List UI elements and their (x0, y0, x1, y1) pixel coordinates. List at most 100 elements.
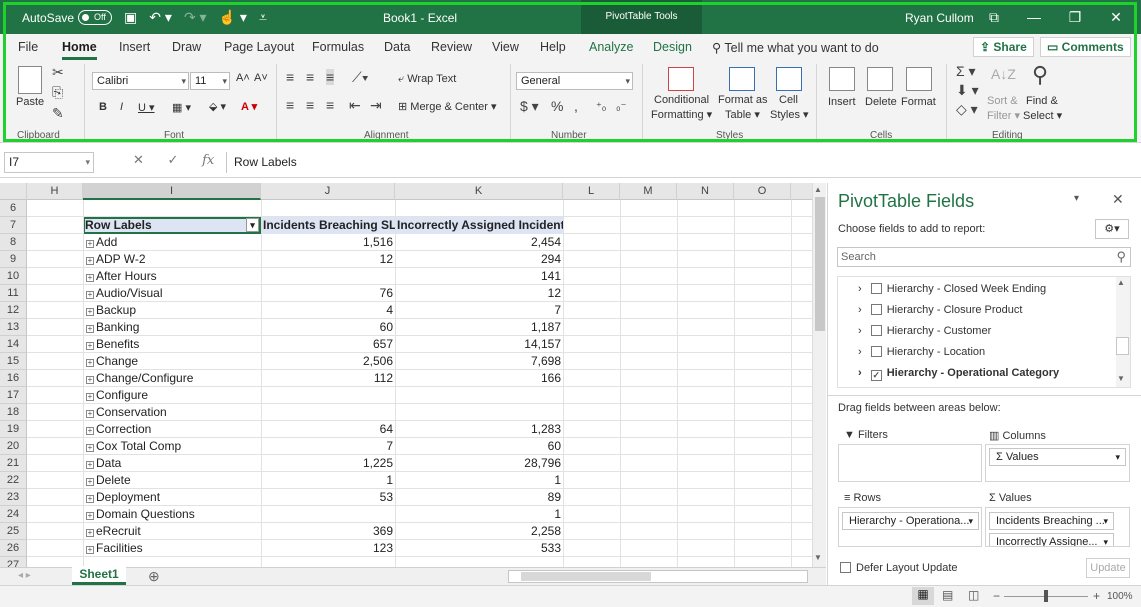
value-cell[interactable]: 369 (261, 523, 395, 540)
undo-icon[interactable]: ↶ ▾ (149, 9, 172, 26)
pivot-row-label[interactable]: + Conservation (83, 404, 261, 421)
zoom-out-icon[interactable]: − (993, 589, 1000, 603)
pivot-row-label[interactable]: + Facilities (83, 540, 261, 557)
align-right-icon[interactable]: ≡ (326, 97, 334, 113)
column-header[interactable]: L (563, 183, 620, 200)
row-header[interactable]: 16 (0, 370, 27, 387)
value-cell[interactable] (261, 404, 395, 421)
tab-page-layout[interactable]: Page Layout (224, 40, 294, 54)
expand-icon[interactable]: + (86, 410, 94, 418)
italic-icon[interactable]: I (120, 101, 123, 113)
pivot-row-label[interactable]: + Banking (83, 319, 261, 336)
value-cell[interactable]: 657 (261, 336, 395, 353)
increase-font-icon[interactable]: A˄ (236, 72, 250, 84)
value-cell[interactable]: 12 (395, 285, 563, 302)
comma-style-icon[interactable]: , (574, 98, 578, 114)
row-header[interactable]: 14 (0, 336, 27, 353)
format-as-table-button[interactable]: Format as (718, 94, 768, 106)
field-checkbox[interactable] (870, 283, 882, 294)
value-cell[interactable]: 60 (261, 319, 395, 336)
value-cell[interactable]: 294 (395, 251, 563, 268)
value-cell[interactable]: 2,258 (395, 523, 563, 540)
pivot-row-label[interactable]: + Correction (83, 421, 261, 438)
column-header[interactable]: N (677, 183, 734, 200)
row-header[interactable]: 19 (0, 421, 27, 438)
value-cell[interactable]: 12 (261, 251, 395, 268)
number-format-box[interactable]: General ▾ (516, 72, 633, 90)
redo-icon[interactable]: ↷ ▾ (184, 9, 207, 26)
row-header[interactable]: 20 (0, 438, 27, 455)
pivot-column-header[interactable]: Incorrectly Assigned Incidents (395, 217, 563, 234)
row-header[interactable]: 22 (0, 472, 27, 489)
horizontal-scrollbar[interactable] (508, 570, 808, 583)
expand-icon[interactable]: + (86, 393, 94, 401)
hscroll-thumb[interactable] (521, 572, 651, 581)
normal-view-icon[interactable]: ▦ (912, 587, 934, 605)
font-name-box[interactable]: Calibri ▾ (92, 72, 189, 90)
value-cell[interactable]: 7,698 (395, 353, 563, 370)
row-field-pill[interactable]: Hierarchy - Operationa... ▾ (842, 512, 979, 530)
pivot-row-label[interactable]: + Add (83, 234, 261, 251)
format-as-table-icon[interactable] (729, 67, 755, 91)
value-cell[interactable]: 7 (395, 302, 563, 319)
close-icon[interactable]: ✕ (1096, 0, 1136, 34)
rows-area[interactable]: Hierarchy - Operationa... ▾ (838, 507, 982, 547)
row-header[interactable]: 13 (0, 319, 27, 336)
decrease-decimal-icon[interactable]: ₀⁻ (616, 100, 626, 113)
expand-icon[interactable]: + (86, 376, 94, 384)
cancel-icon[interactable]: ✕ (133, 152, 144, 167)
insert-cells-icon[interactable] (829, 67, 855, 91)
decrease-indent-icon[interactable]: ⇤ (349, 97, 361, 114)
tab-formulas[interactable]: Formulas (312, 40, 364, 54)
expand-icon[interactable]: + (86, 427, 94, 435)
value-cell[interactable]: 60 (395, 438, 563, 455)
format-painter-icon[interactable]: ✎ (52, 105, 64, 122)
format-cells-button[interactable]: Format (901, 96, 936, 108)
top-align-icon[interactable]: ≡ (286, 69, 294, 85)
value-cell[interactable]: 2,506 (261, 353, 395, 370)
field-list-scrollbar[interactable]: ▲ ▼ (1116, 277, 1130, 387)
formula-input[interactable]: Row Labels (226, 152, 1130, 173)
pivot-row-label[interactable]: + eRecruit (83, 523, 261, 540)
autosum-icon[interactable]: Σ ▾ (956, 63, 976, 80)
tab-file[interactable]: File (18, 40, 38, 54)
expand-icon[interactable]: + (86, 461, 94, 469)
tab-review[interactable]: Review (431, 40, 472, 54)
sheet-nav-icon[interactable]: ◂ ▸ (18, 570, 31, 581)
row-header[interactable]: 23 (0, 489, 27, 506)
pivot-row-label[interactable]: + Change/Configure (83, 370, 261, 387)
values-pill[interactable]: Σ Values ▾ (989, 448, 1126, 466)
pivot-row-label[interactable]: + Audio/Visual (83, 285, 261, 302)
fill-color-icon[interactable]: ⬙ ▾ (209, 100, 226, 113)
row-header[interactable]: 8 (0, 234, 27, 251)
row-header[interactable]: 15 (0, 353, 27, 370)
column-header[interactable]: O (734, 183, 791, 200)
cell-styles-icon[interactable] (776, 67, 802, 91)
vertical-scrollbar[interactable]: ▲ ▼ (812, 183, 826, 567)
row-header[interactable]: 10 (0, 268, 27, 285)
pivot-row-label[interactable]: + ADP W-2 (83, 251, 261, 268)
find-select-button[interactable]: Find & (1026, 95, 1058, 107)
decrease-font-icon[interactable]: A˅ (254, 72, 268, 84)
tab-draw[interactable]: Draw (172, 40, 201, 54)
sort-filter-icon[interactable]: A↓Z (991, 66, 1016, 82)
expand-arrow-icon[interactable]: › (858, 325, 865, 337)
zoom-slider-thumb[interactable] (1044, 590, 1048, 602)
pivot-row-label[interactable]: + Cox Total Comp (83, 438, 261, 455)
value-cell[interactable]: 76 (261, 285, 395, 302)
expand-icon[interactable]: + (86, 512, 94, 520)
paste-button[interactable]: Paste (16, 96, 44, 108)
expand-arrow-icon[interactable]: › (858, 283, 865, 295)
cut-icon[interactable]: ✂ (52, 64, 64, 81)
save-icon[interactable]: ▣ (124, 9, 137, 26)
bottom-align-icon[interactable]: ≡ (326, 69, 335, 85)
row-header[interactable]: 6 (0, 200, 27, 217)
fill-icon[interactable]: ⬇ ▾ (956, 82, 979, 99)
tab-data[interactable]: Data (384, 40, 410, 54)
value-cell[interactable] (261, 387, 395, 404)
expand-icon[interactable]: + (86, 291, 94, 299)
pivot-row-label[interactable]: + After Hours (83, 268, 261, 285)
pivot-row-labels-header[interactable]: Row Labels ▾ (83, 217, 261, 234)
value-cell[interactable]: 1,187 (395, 319, 563, 336)
value-cell[interactable]: 112 (261, 370, 395, 387)
